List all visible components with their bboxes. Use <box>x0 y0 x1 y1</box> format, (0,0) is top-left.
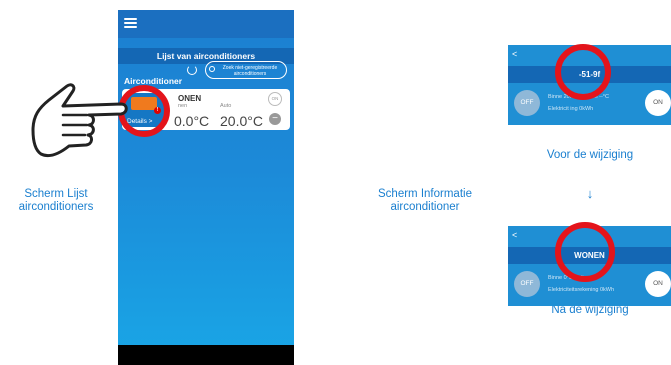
indoor-temperature: 0.0°C <box>174 113 210 129</box>
menu-icon[interactable] <box>124 18 137 28</box>
mode-label: Auto <box>220 103 232 109</box>
search-unregistered-button[interactable]: Zoek niet-geregistreerde airconditioners <box>205 61 287 79</box>
refresh-icon[interactable] <box>187 65 197 75</box>
off-button[interactable]: OFF <box>514 271 540 297</box>
power-on-button[interactable]: ON <box>268 92 282 106</box>
temperature-minus-button[interactable]: − <box>269 113 281 125</box>
back-icon[interactable]: < <box>512 230 517 240</box>
on-button[interactable]: ON <box>645 271 671 297</box>
on-button[interactable]: ON <box>645 90 671 116</box>
back-icon[interactable]: < <box>512 49 517 59</box>
caption-before: Voor de wijziging <box>546 149 634 161</box>
caption-info-screen: Scherm Informatie airconditioner <box>378 188 472 213</box>
indoor-label: nen <box>178 103 188 109</box>
bottom-bar <box>118 345 294 365</box>
hand-pointer-icon <box>31 83 128 158</box>
caption-list-screen: Scherm Lijst airconditioners <box>18 188 94 213</box>
off-button[interactable]: OFF <box>514 90 540 116</box>
highlight-ring-title-after <box>555 222 615 282</box>
status-header <box>118 10 294 38</box>
device-name: ONEN <box>178 94 202 103</box>
set-temperature: 20.0°C <box>220 113 263 129</box>
electricity-readout: Elektricit ing 0kWh <box>548 106 594 112</box>
highlight-ring-title-before <box>555 44 611 100</box>
electricity-readout: Elektriciteitsrekening 0kWh <box>548 287 615 293</box>
down-arrow-icon: ↓ <box>586 186 594 201</box>
search-icon <box>209 66 215 72</box>
